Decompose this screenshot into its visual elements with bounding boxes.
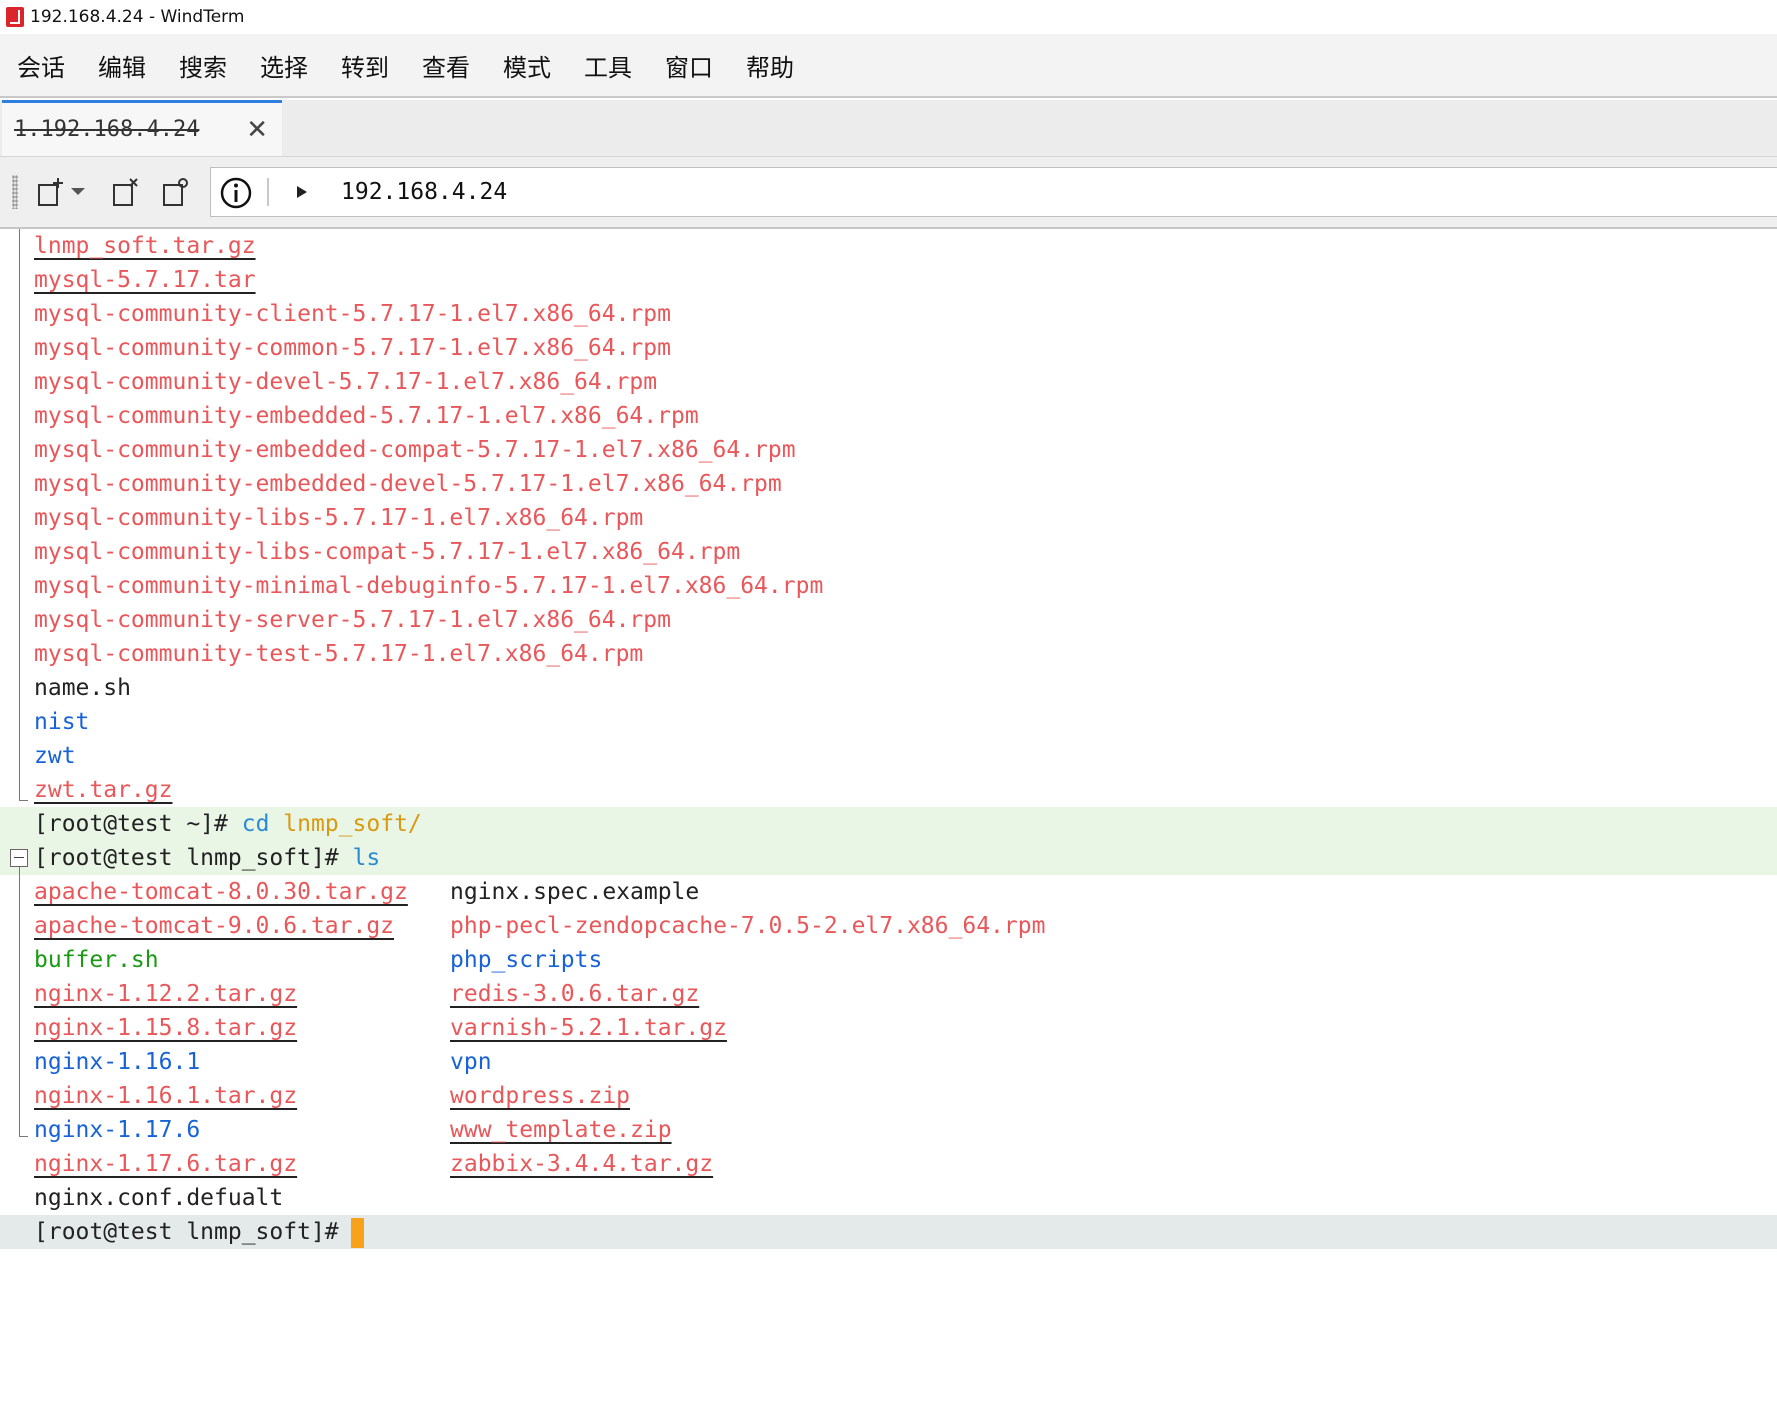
dropdown-arrow-icon[interactable] bbox=[66, 172, 90, 212]
current-prompt-line[interactable]: [root@test lnmp_soft]# bbox=[34, 1215, 364, 1249]
terminal-line: nist bbox=[34, 709, 90, 735]
terminal-line: mysql-community-devel-5.7.17-1.el7.x86_6… bbox=[34, 369, 658, 395]
terminal-line: mysql-community-server-5.7.17-1.el7.x86_… bbox=[34, 607, 671, 633]
window-title: 192.168.4.24 - WindTerm bbox=[30, 7, 245, 27]
listing-item: wordpress.zip bbox=[450, 1083, 631, 1109]
listing-item: nginx.conf.defualt bbox=[34, 1185, 284, 1211]
play-icon[interactable] bbox=[295, 184, 309, 204]
fold-guide bbox=[19, 229, 20, 790]
terminal-line: mysql-community-minimal-debuginfo-5.7.17… bbox=[34, 573, 824, 599]
terminal-line: mysql-community-embedded-devel-5.7.17-1.… bbox=[34, 471, 782, 497]
session-tab-label: 1.192.168.4.24 bbox=[14, 117, 200, 142]
address-separator bbox=[267, 178, 269, 206]
windterm-logo-icon bbox=[6, 7, 24, 27]
listing-item: apache-tomcat-9.0.6.tar.gz bbox=[34, 913, 395, 939]
terminal-line: mysql-community-libs-compat-5.7.17-1.el7… bbox=[34, 539, 741, 565]
listing-item: nginx-1.17.6 bbox=[34, 1117, 201, 1143]
terminal-line: mysql-community-embedded-compat-5.7.17-1… bbox=[34, 437, 796, 463]
command-argument: lnmp_soft/ bbox=[283, 811, 422, 837]
terminal-line: lnmp_soft.tar.gz bbox=[34, 233, 256, 259]
menu-bar: 会话 编辑 搜索 选择 转到 查看 模式 工具 窗口 帮助 bbox=[0, 34, 1777, 98]
listing-item: nginx-1.12.2.tar.gz bbox=[34, 981, 298, 1007]
menu-tools[interactable]: 工具 bbox=[581, 44, 635, 87]
menu-goto[interactable]: 转到 bbox=[338, 44, 392, 87]
tab-bar: 1.192.168.4.24 ✕ bbox=[0, 100, 1777, 157]
prompt-text: [root@test ~]# bbox=[34, 811, 228, 837]
command-text: ls bbox=[352, 845, 381, 871]
terminal-line: mysql-community-test-5.7.17-1.el7.x86_64… bbox=[34, 641, 644, 667]
terminal-line: mysql-community-embedded-5.7.17-1.el7.x8… bbox=[34, 403, 699, 429]
listing-item: apache-tomcat-8.0.30.tar.gz bbox=[34, 879, 408, 905]
listing-item: redis-3.0.6.tar.gz bbox=[450, 981, 700, 1007]
terminal-line: mysql-community-client-5.7.17-1.el7.x86_… bbox=[34, 301, 671, 327]
menu-search[interactable]: 搜索 bbox=[176, 44, 230, 87]
session-settings-icon[interactable] bbox=[155, 172, 195, 212]
prompt-line: [root@test lnmp_soft]# ls bbox=[34, 841, 380, 875]
menu-view[interactable]: 查看 bbox=[419, 44, 473, 87]
menu-select[interactable]: 选择 bbox=[257, 44, 311, 87]
listing-item: buffer.sh bbox=[34, 947, 159, 973]
terminal-line: zwt.tar.gz bbox=[34, 777, 173, 803]
prompt-line: [root@test ~]# cd lnmp_soft/ bbox=[34, 807, 422, 841]
listing-item: php_scripts bbox=[450, 947, 603, 973]
toolbar-grip[interactable] bbox=[12, 175, 18, 209]
listing-item: zabbix-3.4.4.tar.gz bbox=[450, 1151, 714, 1177]
listing-item: vpn bbox=[450, 1049, 492, 1075]
address-text: 192.168.4.24 bbox=[341, 179, 508, 205]
new-session-icon[interactable] bbox=[30, 172, 70, 212]
menu-help[interactable]: 帮助 bbox=[743, 44, 797, 87]
fold-collapse-icon[interactable] bbox=[10, 849, 28, 867]
listing-item: nginx-1.16.1.tar.gz bbox=[34, 1083, 298, 1109]
terminal-pane[interactable]: lnmp_soft.tar.gz mysql-5.7.17.tar mysql-… bbox=[0, 229, 1777, 1419]
terminal-line: mysql-community-common-5.7.17-1.el7.x86_… bbox=[34, 335, 671, 361]
terminal-line: mysql-5.7.17.tar bbox=[34, 267, 256, 293]
prompt-text: [root@test lnmp_soft]# bbox=[34, 845, 339, 871]
listing-item: nginx-1.16.1 bbox=[34, 1049, 201, 1075]
session-toolbar: 192.168.4.24 bbox=[0, 157, 1777, 229]
listing-item: php-pecl-zendopcache-7.0.5-2.el7.x86_64.… bbox=[450, 913, 1046, 939]
listing-item: nginx.spec.example bbox=[450, 879, 700, 905]
session-tab[interactable]: 1.192.168.4.24 ✕ bbox=[2, 100, 282, 156]
fold-guide-end bbox=[19, 1126, 28, 1137]
fold-guide bbox=[19, 867, 20, 1126]
listing-item: www_template.zip bbox=[450, 1117, 672, 1143]
fold-guide-end bbox=[19, 790, 28, 801]
terminal-line: mysql-community-libs-5.7.17-1.el7.x86_64… bbox=[34, 505, 644, 531]
terminal-cursor bbox=[350, 1217, 364, 1248]
menu-session[interactable]: 会话 bbox=[14, 44, 68, 87]
info-icon[interactable] bbox=[219, 176, 253, 214]
address-bar[interactable]: 192.168.4.24 bbox=[210, 167, 1777, 217]
title-bar: 192.168.4.24 - WindTerm bbox=[0, 0, 1777, 34]
listing-item: nginx-1.17.6.tar.gz bbox=[34, 1151, 298, 1177]
menu-edit[interactable]: 编辑 bbox=[95, 44, 149, 87]
terminal-line: zwt bbox=[34, 743, 76, 769]
command-text: cd bbox=[241, 811, 270, 837]
prompt-text: [root@test lnmp_soft]# bbox=[34, 1219, 339, 1245]
menu-window[interactable]: 窗口 bbox=[662, 44, 716, 87]
terminal-line: name.sh bbox=[34, 675, 131, 701]
listing-item: nginx-1.15.8.tar.gz bbox=[34, 1015, 298, 1041]
listing-item: varnish-5.2.1.tar.gz bbox=[450, 1015, 727, 1041]
close-icon[interactable]: ✕ bbox=[246, 115, 268, 145]
close-session-icon[interactable] bbox=[105, 172, 145, 212]
menu-mode[interactable]: 模式 bbox=[500, 44, 554, 87]
